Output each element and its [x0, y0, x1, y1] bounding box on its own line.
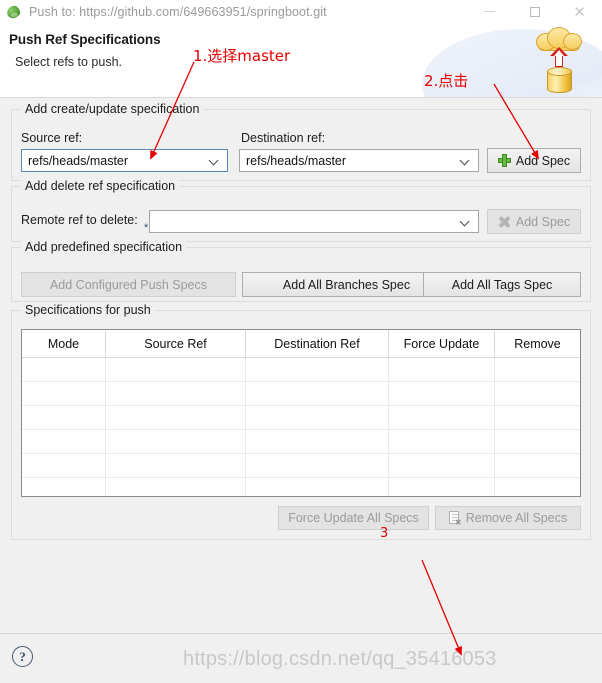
- add-all-branches-spec-label: Add All Branches Spec: [282, 277, 411, 292]
- table-row[interactable]: [22, 430, 580, 454]
- dialog-body: Add create/update specification Source r…: [0, 98, 602, 633]
- title-bar: Push to: https://github.com/649663951/sp…: [0, 0, 602, 23]
- table-cell: [389, 430, 495, 453]
- maximize-button[interactable]: [512, 0, 557, 23]
- table-cell: [106, 478, 246, 496]
- table-cell: [246, 454, 389, 477]
- add-spec-delete-button[interactable]: Add Spec: [487, 209, 581, 234]
- table-cell: [246, 382, 389, 405]
- column-header-source-ref[interactable]: Source Ref: [106, 330, 246, 357]
- column-header-destination-ref[interactable]: Destination Ref: [246, 330, 389, 357]
- green-plus-icon: [497, 154, 511, 167]
- add-create-update-legend: Add create/update specification: [21, 102, 204, 116]
- database-icon: [547, 67, 572, 95]
- column-header-mode[interactable]: Mode: [22, 330, 106, 357]
- table-row[interactable]: [22, 382, 580, 406]
- window-title: Push to: https://github.com/649663951/sp…: [29, 4, 327, 19]
- push-ref-specifications-dialog: Push to: https://github.com/649663951/sp…: [0, 0, 602, 683]
- add-all-branches-spec-button[interactable]: Add All Branches Spec: [242, 272, 451, 297]
- chevron-down-icon: [461, 156, 470, 165]
- remote-ref-to-delete-combo[interactable]: [149, 210, 479, 233]
- table-cell: [389, 478, 495, 496]
- table-cell: [22, 478, 106, 496]
- table-cell: [22, 430, 106, 453]
- force-update-all-specs-button[interactable]: Force Update All Specs: [278, 506, 429, 530]
- git-leaf-icon: [5, 4, 22, 20]
- table-row[interactable]: [22, 406, 580, 430]
- minimize-button[interactable]: [467, 0, 512, 23]
- close-icon[interactable]: ✕: [557, 0, 602, 23]
- force-update-all-specs-label: Force Update All Specs: [288, 511, 419, 525]
- table-cell: [106, 406, 246, 429]
- table-cell: [22, 358, 106, 381]
- wizard-header: Push Ref Specifications Select refs to p…: [0, 23, 602, 98]
- source-ref-label: Source ref:: [21, 131, 83, 145]
- dialog-footer: ? < Back Next > Finish Cancel: [0, 633, 602, 683]
- source-ref-value: refs/heads/master: [28, 153, 129, 168]
- source-ref-combo[interactable]: refs/heads/master: [21, 149, 228, 172]
- annotation-select-master: 1.选择master: [193, 47, 291, 65]
- table-cell: [22, 406, 106, 429]
- table-cell: [495, 454, 580, 477]
- add-all-tags-spec-button[interactable]: Add All Tags Spec: [423, 272, 581, 297]
- table-cell: [106, 430, 246, 453]
- add-spec-delete-label: Add Spec: [515, 214, 571, 229]
- table-cell: [495, 358, 580, 381]
- table-cell: [389, 358, 495, 381]
- specs-table-body: [22, 358, 580, 496]
- add-configured-push-specs-button[interactable]: Add Configured Push Specs: [21, 272, 236, 297]
- page-subtitle: Select refs to push.: [15, 55, 123, 69]
- destination-ref-value: refs/heads/master: [246, 153, 347, 168]
- table-row[interactable]: [22, 358, 580, 382]
- table-cell: [389, 406, 495, 429]
- add-predefined-legend: Add predefined specification: [21, 240, 187, 254]
- page-remove-icon: ✖: [448, 511, 462, 527]
- remote-ref-to-delete-label: Remote ref to delete:: [21, 213, 138, 227]
- window-controls: ✕: [467, 0, 602, 23]
- add-configured-push-specs-label: Add Configured Push Specs: [49, 277, 208, 292]
- add-spec-create-update-label: Add Spec: [515, 153, 571, 168]
- table-cell: [106, 454, 246, 477]
- table-cell: [389, 382, 495, 405]
- table-row[interactable]: [22, 454, 580, 478]
- table-cell: [389, 454, 495, 477]
- destination-ref-label: Destination ref:: [241, 131, 326, 145]
- annotation-number-3: 3: [380, 526, 389, 541]
- question-mark-icon[interactable]: ?: [12, 646, 33, 667]
- remove-all-specs-button[interactable]: ✖ Remove All Specs: [435, 506, 581, 530]
- remove-all-specs-label: Remove All Specs: [465, 511, 568, 525]
- table-cell: [22, 454, 106, 477]
- table-cell: [495, 478, 580, 496]
- chevron-down-icon: [210, 156, 219, 165]
- table-cell: [246, 358, 389, 381]
- add-delete-ref-legend: Add delete ref specification: [21, 179, 180, 193]
- table-cell: [495, 382, 580, 405]
- arrow-up-icon: [550, 47, 568, 67]
- grey-x-icon: [498, 215, 511, 229]
- table-cell: [495, 406, 580, 429]
- annotation-click: 2.点击: [424, 72, 469, 90]
- table-cell: [246, 478, 389, 496]
- specifications-for-push-legend: Specifications for push: [21, 303, 155, 317]
- table-row[interactable]: [22, 478, 580, 496]
- table-cell: [22, 382, 106, 405]
- page-title: Push Ref Specifications: [9, 32, 161, 47]
- add-spec-create-update-button[interactable]: Add Spec: [487, 148, 581, 173]
- column-header-force-update[interactable]: Force Update: [389, 330, 495, 357]
- add-all-tags-spec-label: Add All Tags Spec: [451, 277, 553, 292]
- required-marker: *: [144, 222, 149, 234]
- table-cell: [495, 430, 580, 453]
- chevron-down-icon: [461, 217, 470, 226]
- column-header-remove[interactable]: Remove: [495, 330, 580, 357]
- table-cell: [246, 430, 389, 453]
- table-cell: [246, 406, 389, 429]
- destination-ref-combo[interactable]: refs/heads/master: [239, 149, 479, 172]
- table-cell: [106, 382, 246, 405]
- cloud-push-database-icon: [528, 25, 590, 97]
- table-cell: [106, 358, 246, 381]
- specs-table-header: Mode Source Ref Destination Ref Force Up…: [22, 330, 580, 358]
- specs-table[interactable]: Mode Source Ref Destination Ref Force Up…: [21, 329, 581, 497]
